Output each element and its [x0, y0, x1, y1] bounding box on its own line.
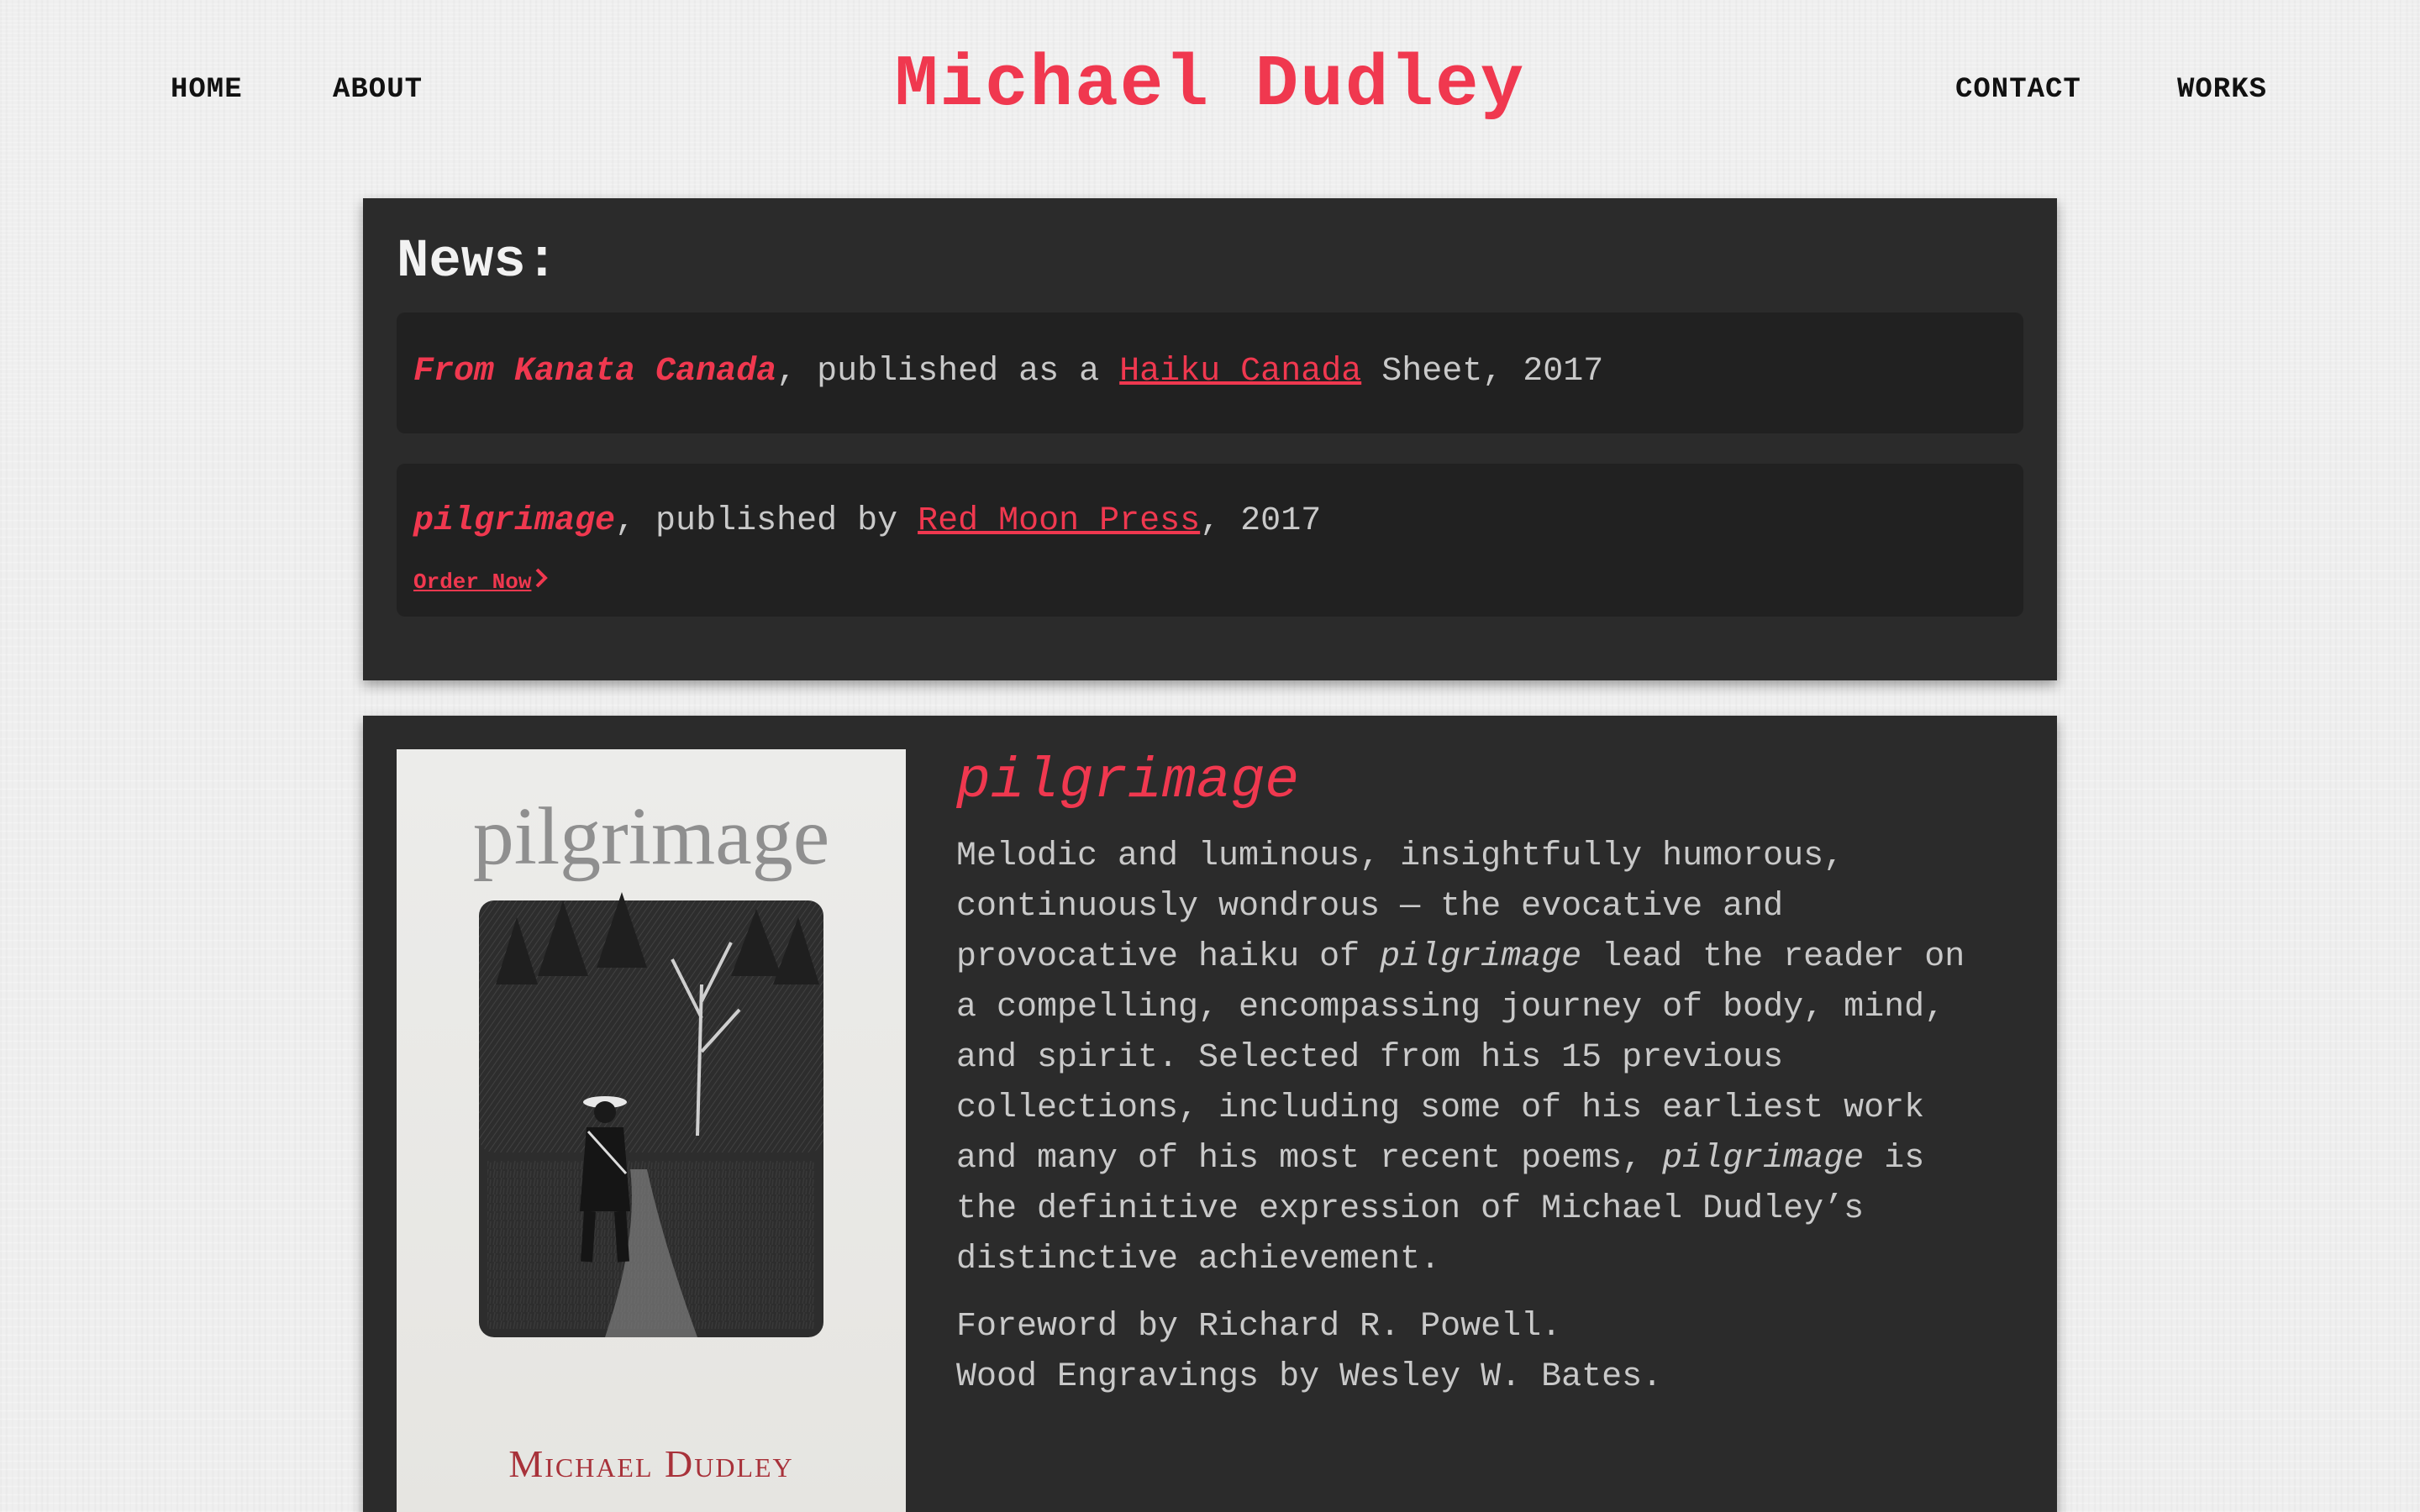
description-text: collections, including some of his earli… [956, 1089, 1925, 1127]
news-book-title[interactable]: pilgrimage [413, 502, 615, 540]
description-line: collections, including some of his earli… [956, 1084, 2040, 1134]
chevron-right-icon [534, 568, 549, 595]
description-line: the definitive expression of Michael Dud… [956, 1184, 2040, 1235]
description-line: distinctive achievement. [956, 1235, 2040, 1285]
description-line: provocative haiku of pilgrimage lead the… [956, 932, 2040, 983]
news-heading: News: [397, 232, 559, 292]
foreword-credit: Foreword by Richard R. Powell. [956, 1308, 1562, 1346]
book-title[interactable]: pilgrimage [956, 749, 1299, 814]
book-panel: pilgrimage Michael Dudley pilgrimage Mel… [363, 716, 2057, 1512]
haiku-canada-link[interactable]: Haiku Canada [1119, 353, 1361, 391]
nav-contact-link[interactable]: CONTACT [1955, 74, 2081, 106]
credits: Foreword by Richard R. Powell. Wood Engr… [956, 1302, 2040, 1403]
description-text: is [1864, 1140, 1925, 1178]
site-header: HOME ABOUT Michael Dudley CONTACT WORKS [0, 0, 2420, 185]
engravings-credit: Wood Engravings by Wesley W. Bates. [956, 1358, 1663, 1396]
description-text: and many of his most recent poems, [956, 1140, 1663, 1178]
news-text: Sheet, 2017 [1361, 353, 1604, 391]
description-line: and many of his most recent poems, pilgr… [956, 1134, 2040, 1184]
description-text: the definitive expression of Michael Dud… [956, 1190, 1865, 1228]
description-text: distinctive achievement. [956, 1241, 1441, 1278]
news-text: , published as a [776, 353, 1120, 391]
description-line: and spirit. Selected from his 15 previou… [956, 1033, 2040, 1084]
description-text: and spirit. Selected from his 15 previou… [956, 1039, 1784, 1077]
order-now-label: Order Now [413, 570, 532, 595]
description-line: a compelling, encompassing journey of bo… [956, 983, 2040, 1033]
description-line: continuously wondrous — the evocative an… [956, 882, 2040, 932]
book-title-italic: pilgrimage [1380, 938, 1582, 976]
news-line: pilgrimage, published by Red Moon Press,… [413, 502, 1321, 540]
news-line: From Kanata Canada, published as a Haiku… [413, 353, 1603, 391]
description-text: provocative haiku of [956, 938, 1381, 976]
news-text: , 2017 [1200, 502, 1322, 540]
news-item: From Kanata Canada, published as a Haiku… [397, 312, 2023, 433]
description-text: Melodic and luminous, insightfully humor… [956, 837, 1844, 875]
book-description: Melodic and luminous, insightfully humor… [956, 832, 2040, 1420]
news-text: , published by [615, 502, 918, 540]
news-panel: News: From Kanata Canada, published as a… [363, 198, 2057, 680]
description-text: continuously wondrous — the evocative an… [956, 888, 1784, 926]
description-line: Melodic and luminous, insightfully humor… [956, 832, 2040, 882]
cover-author: Michael Dudley [508, 1442, 794, 1485]
nav-works-link[interactable]: WORKS [2177, 74, 2267, 106]
cover-title: pilgrimage [472, 791, 830, 882]
book-cover-image[interactable]: pilgrimage Michael Dudley [397, 749, 906, 1512]
order-now-link[interactable]: Order Now [413, 568, 549, 595]
book-title-italic: pilgrimage [1662, 1140, 1865, 1178]
description-paragraph: Melodic and luminous, insightfully humor… [956, 832, 2040, 1285]
wood-engraving-illustration [479, 892, 823, 1337]
red-moon-press-link[interactable]: Red Moon Press [918, 502, 1200, 540]
news-book-title[interactable]: From Kanata Canada [413, 353, 776, 391]
description-text: a compelling, encompassing journey of bo… [956, 989, 1945, 1026]
description-text: lead the reader on [1581, 938, 1965, 976]
news-item: pilgrimage, published by Red Moon Press,… [397, 464, 2023, 617]
